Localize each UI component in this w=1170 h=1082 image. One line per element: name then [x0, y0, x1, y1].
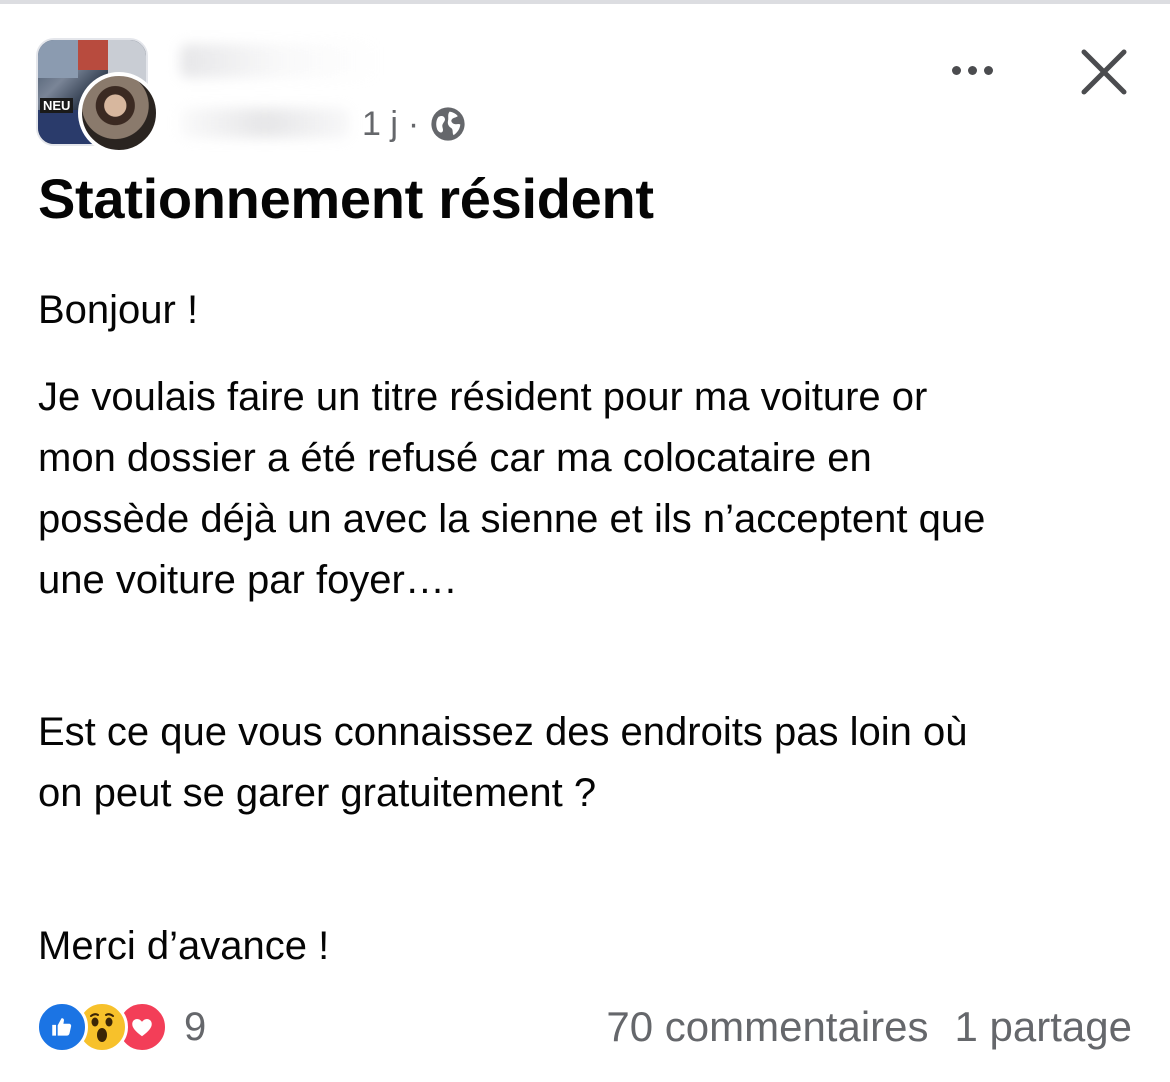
reactions-summary[interactable]: 9 — [36, 1000, 206, 1054]
post-line: on peut se garer gratuitement ? — [38, 771, 597, 815]
reaction-count: 9 — [184, 1004, 207, 1049]
dot — [951, 65, 961, 75]
post-line: mon dossier a été refusé car ma colocata… — [38, 436, 872, 480]
post-greeting: Bonjour ! — [38, 288, 199, 332]
top-divider — [0, 0, 1170, 4]
comments-link[interactable]: 70 commentaires — [606, 1003, 928, 1051]
author-meta-redacted — [180, 108, 350, 138]
post-line: Est ce que vous connaissez des endroits … — [38, 710, 968, 754]
avatar-group[interactable]: NEU — [36, 38, 160, 154]
avatar-logo-text: NEU — [40, 98, 74, 113]
close-icon[interactable] — [1076, 44, 1132, 100]
author-name-redacted[interactable] — [180, 44, 380, 78]
user-avatar[interactable] — [78, 72, 160, 154]
dot — [967, 65, 977, 75]
post-line: une voiture par foyer…. — [38, 558, 456, 602]
post-paragraph-question: Est ce que vous connaissez des endroits … — [38, 702, 967, 824]
like-icon — [36, 1001, 88, 1053]
post-timestamp[interactable]: 1 j — [362, 105, 398, 144]
avatar-photo-tile — [78, 40, 112, 70]
post-paragraph-main: Je voulais faire un titre résident pour … — [38, 367, 985, 611]
more-options-icon[interactable] — [940, 50, 1004, 90]
post-meta: 1 j · — [362, 104, 467, 144]
dot — [983, 65, 993, 75]
post-thanks: Merci d’avance ! — [38, 924, 330, 968]
globe-icon[interactable] — [429, 105, 467, 143]
post-line: possède déjà un avec la sienne et ils n’… — [38, 497, 986, 541]
avatar-photo-tile — [38, 40, 78, 78]
engagement-summary: 70 commentaires 1 partage — [606, 1000, 1132, 1054]
post-line: Je voulais faire un titre résident pour … — [38, 375, 928, 419]
meta-separator: · — [407, 104, 420, 143]
shares-link[interactable]: 1 partage — [955, 1003, 1132, 1051]
post-title: Stationnement résident — [38, 167, 654, 230]
